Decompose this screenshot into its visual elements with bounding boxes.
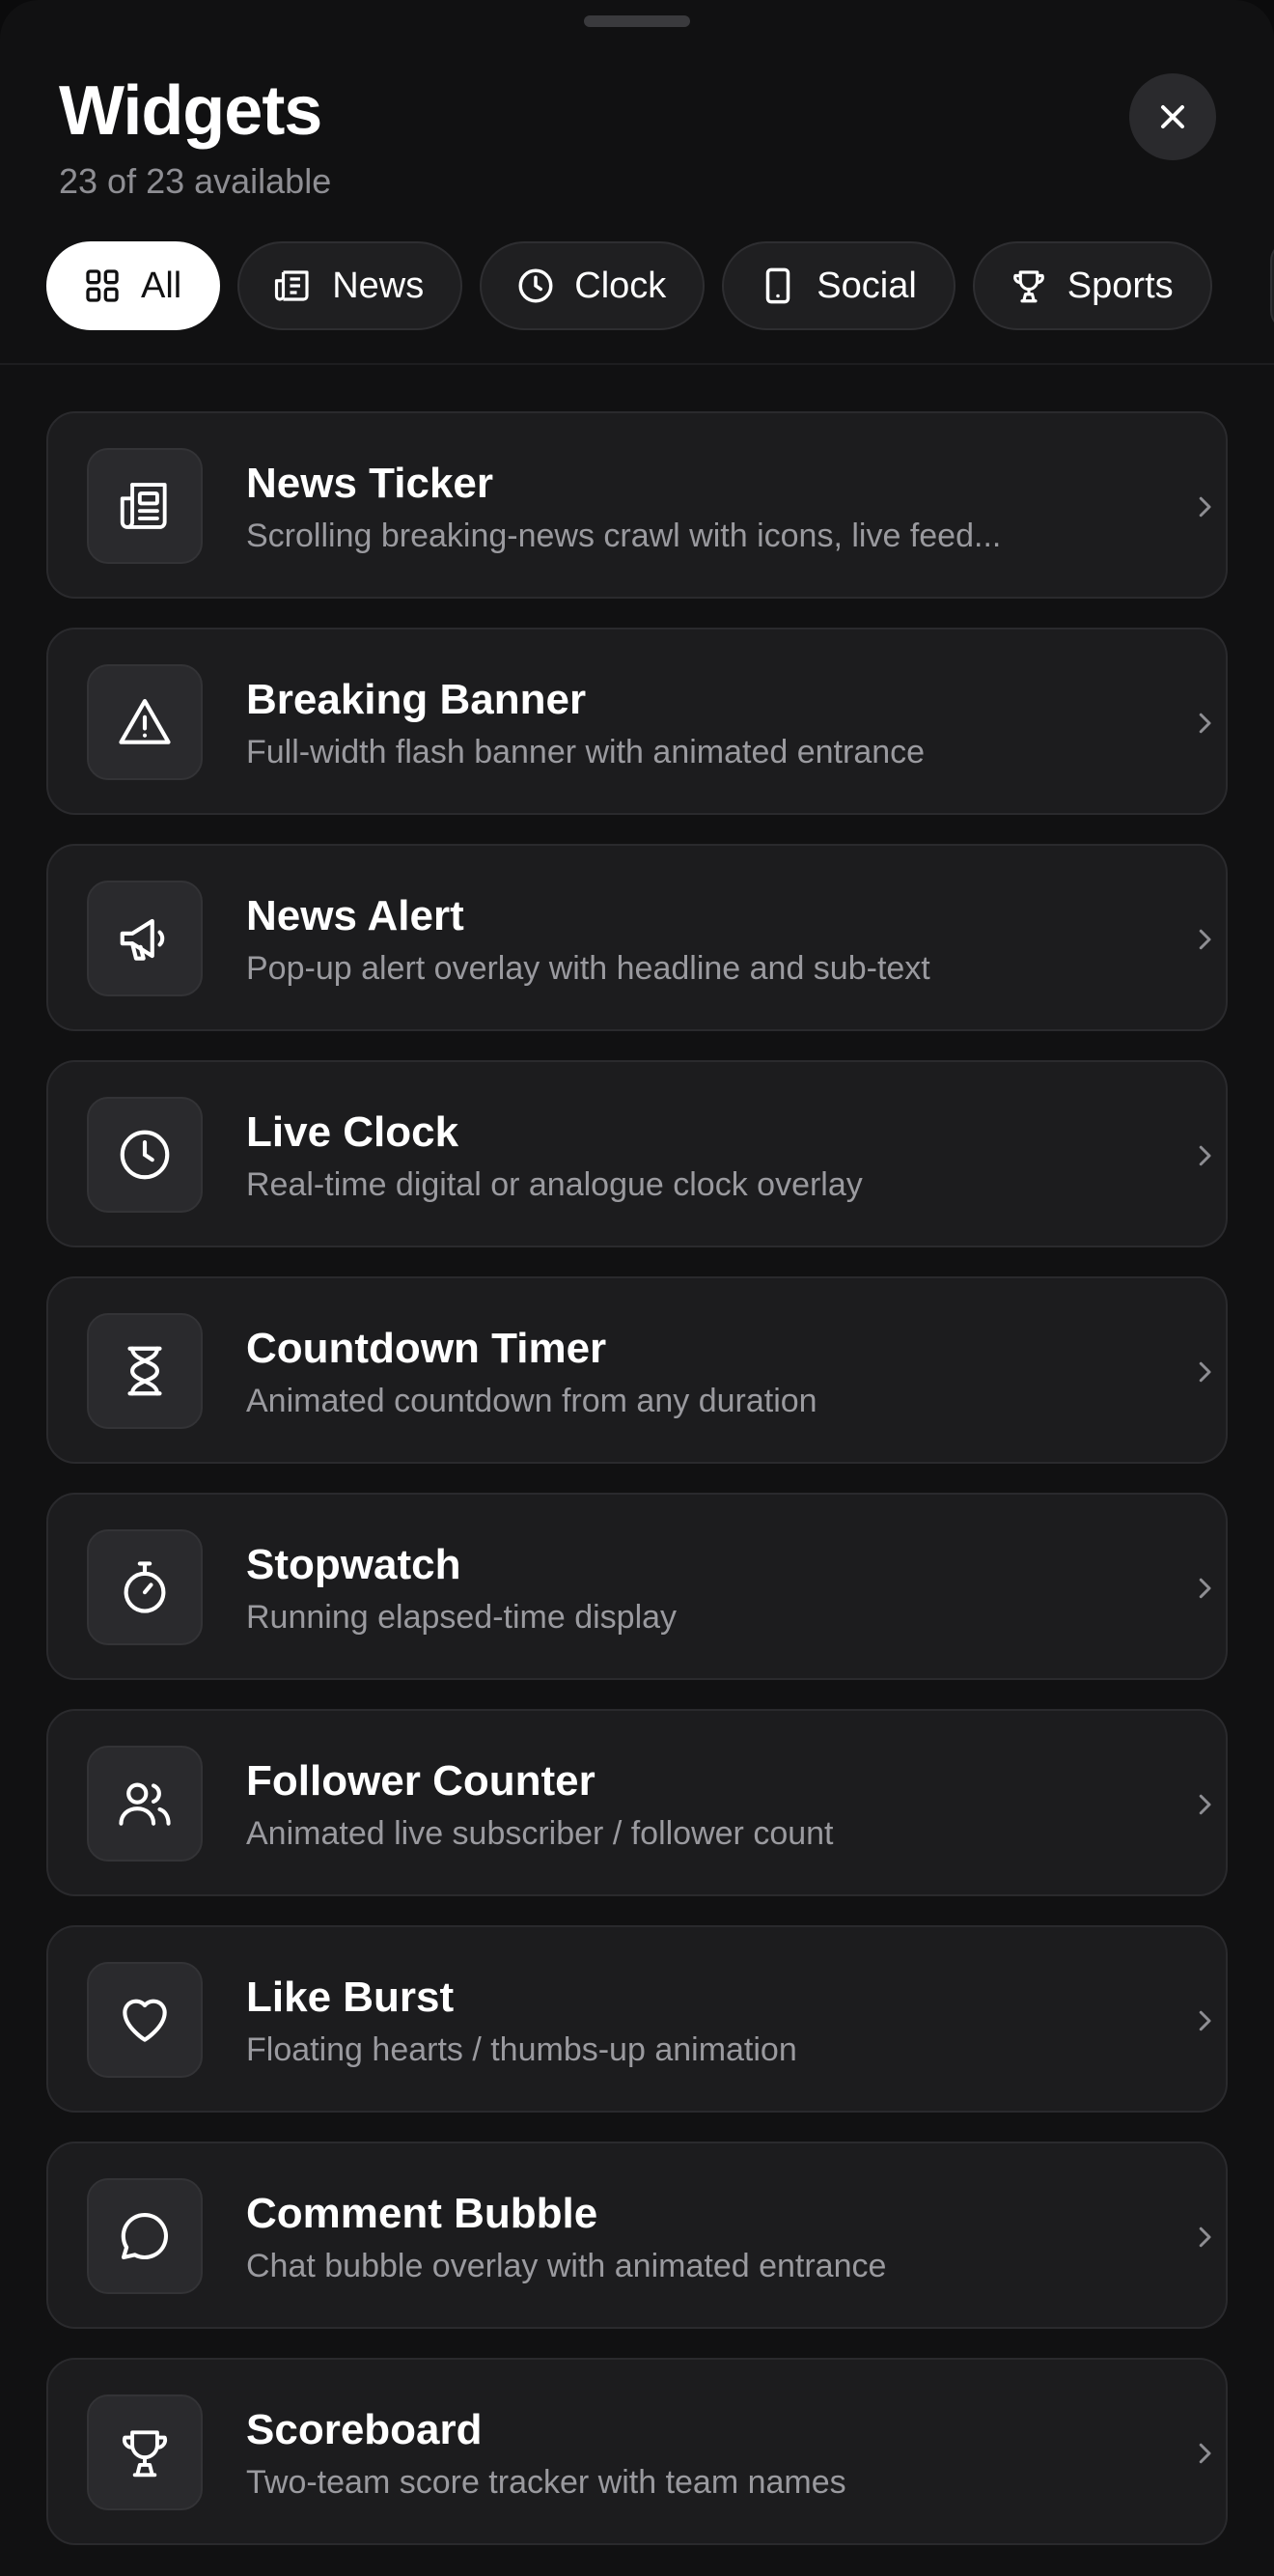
widget-description: Chat bubble overlay with animated entran… [246,2248,887,2284]
widget-item-follower-counter[interactable]: Follower Counter Animated live subscribe… [46,1709,1228,1896]
widget-title: News Alert [246,892,464,939]
tab-label: Sports [1066,265,1174,306]
megaphone-icon [87,881,203,996]
tab-social[interactable]: Social [722,241,956,330]
widget-item-news-alert[interactable]: News Alert Pop-up alert overlay with hea… [46,844,1228,1031]
chevron-right-icon [1187,490,1222,524]
widget-title: Live Clock [246,1108,459,1156]
chevron-right-icon [1187,706,1222,741]
widget-title: Follower Counter [246,1757,595,1805]
close-icon [1153,98,1192,136]
widget-title: Scoreboard [246,2406,483,2453]
widget-item-countdown-timer[interactable]: Countdown Timer Animated countdown from … [46,1276,1228,1464]
clock-icon [87,1097,203,1213]
chat-bubble-icon [87,2178,203,2294]
widget-title: News Ticker [246,460,494,507]
widget-item-comment-bubble[interactable]: Comment Bubble Chat bubble overlay with … [46,2142,1228,2329]
close-button[interactable] [1129,73,1216,160]
widget-description: Pop-up alert overlay with headline and s… [246,950,930,987]
widget-item-like-burst[interactable]: Like Burst Floating hearts / thumbs-up a… [46,1925,1228,2113]
tab-all[interactable]: All [46,241,221,330]
tab-overflow-peek[interactable] [1270,241,1274,330]
tab-label: Social [817,265,917,306]
chevron-right-icon [1187,1571,1222,1606]
header-divider [0,363,1274,365]
available-count: 23 of 23 available [59,161,332,201]
widget-item-live-clock[interactable]: Live Clock Real-time digital or analogue… [46,1060,1228,1247]
stopwatch-icon [87,1529,203,1645]
category-filter-tabs: All News Clock Social Sports [46,241,1212,330]
widget-description: Two-team score tracker with team names [246,2464,846,2501]
phone-icon [757,265,799,307]
tab-label: News [332,265,425,306]
sheet-grabber-handle[interactable] [584,15,690,27]
chevron-right-icon [1187,1355,1222,1389]
newspaper-icon [87,448,203,564]
widget-item-scoreboard[interactable]: Scoreboard Two-team score tracker with t… [46,2358,1228,2545]
tab-label: All [141,265,182,306]
users-icon [87,1746,203,1862]
widgets-sheet: Widgets 23 of 23 available All News Cloc… [0,0,1274,2576]
widget-description: Scrolling breaking-news crawl with icons… [246,518,1002,554]
newspaper-icon [272,265,315,307]
widget-item-news-ticker[interactable]: News Ticker Scrolling breaking-news craw… [46,411,1228,599]
tab-sports[interactable]: Sports [972,241,1212,330]
widget-title: Stopwatch [246,1541,461,1588]
trophy-icon [1008,265,1050,307]
widget-description: Animated countdown from any duration [246,1383,817,1419]
hourglass-icon [87,1313,203,1429]
widget-title: Like Burst [246,1974,455,2021]
chevron-right-icon [1187,1787,1222,1822]
widget-item-stopwatch[interactable]: Stopwatch Running elapsed-time display [46,1493,1228,1680]
heart-icon [87,1962,203,2078]
trophy-icon [87,2394,203,2510]
chevron-right-icon [1187,1138,1222,1173]
widget-item-breaking-banner[interactable]: Breaking Banner Full-width flash banner … [46,628,1228,815]
chevron-right-icon [1187,2003,1222,2038]
chevron-right-icon [1187,922,1222,957]
widget-description: Running elapsed-time display [246,1599,678,1636]
widget-description: Full-width flash banner with animated en… [246,734,926,770]
chevron-right-icon [1187,2436,1222,2471]
widget-list: News Ticker Scrolling breaking-news craw… [46,411,1228,2574]
widget-title: Comment Bubble [246,2190,598,2237]
tab-clock[interactable]: Clock [480,241,706,330]
clock-icon [514,265,557,307]
widget-description: Real-time digital or analogue clock over… [246,1166,863,1203]
grid-icon [81,265,124,307]
tab-label: Clock [574,265,667,306]
chevron-right-icon [1187,2220,1222,2254]
tab-news[interactable]: News [237,241,463,330]
widget-description: Floating hearts / thumbs-up animation [246,2031,797,2068]
page-title: Widgets [59,72,322,150]
widget-title: Countdown Timer [246,1325,607,1372]
warning-icon [87,664,203,780]
widget-description: Animated live subscriber / follower coun… [246,1815,834,1852]
widget-title: Breaking Banner [246,676,587,723]
